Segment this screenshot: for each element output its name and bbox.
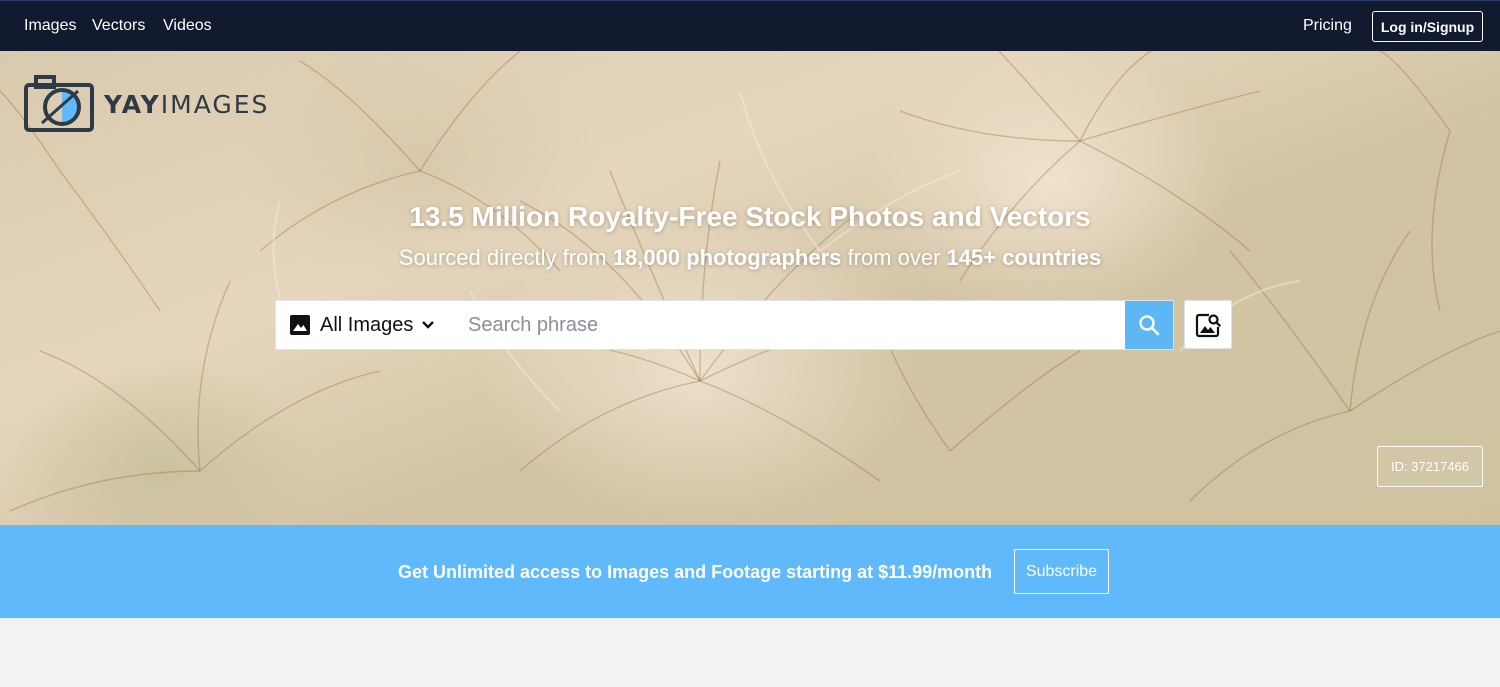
image-search-button[interactable]: [1184, 300, 1232, 349]
image-id-badge[interactable]: ID: 37217466: [1377, 446, 1483, 487]
image-search-icon: [1195, 313, 1221, 337]
chevron-down-icon: [422, 321, 435, 329]
hero-subheadline: Sourced directly from 18,000 photographe…: [398, 245, 1102, 270]
hero-headline: 13.5 Million Royalty-Free Stock Photos a…: [409, 201, 1091, 232]
login-signup-button[interactable]: Log in/Signup: [1372, 11, 1483, 42]
nav-link-vectors[interactable]: Vectors: [92, 17, 145, 35]
nav-link-videos[interactable]: Videos: [163, 17, 212, 35]
top-navigation: Images Vectors Videos Pricing Log in/Sig…: [0, 0, 1500, 51]
nav-link-pricing[interactable]: Pricing: [1303, 17, 1352, 35]
search-button[interactable]: [1125, 301, 1173, 349]
subscribe-button[interactable]: Subscribe: [1014, 549, 1109, 594]
content-area: [0, 618, 1500, 687]
search-bar: All Images: [275, 300, 1174, 350]
promo-text: Get Unlimited access to Images and Foota…: [398, 562, 993, 582]
nav-link-images[interactable]: Images: [24, 17, 76, 35]
search-input[interactable]: [456, 301, 1125, 349]
search-type-label: All Images: [320, 313, 414, 336]
subscription-promo-bar: Get Unlimited access to Images and Foota…: [0, 525, 1500, 618]
hero-banner: YAYIMAGES 13.5 Million Royalty-Free Stoc…: [0, 51, 1500, 525]
search-icon: [1139, 315, 1160, 336]
search-type-dropdown[interactable]: All Images: [276, 301, 456, 349]
image-icon: [290, 315, 310, 335]
camera-logo-icon: [24, 75, 94, 132]
logo-wordmark: YAYIMAGES: [104, 89, 270, 119]
yayimages-logo[interactable]: YAYIMAGES: [24, 75, 269, 133]
